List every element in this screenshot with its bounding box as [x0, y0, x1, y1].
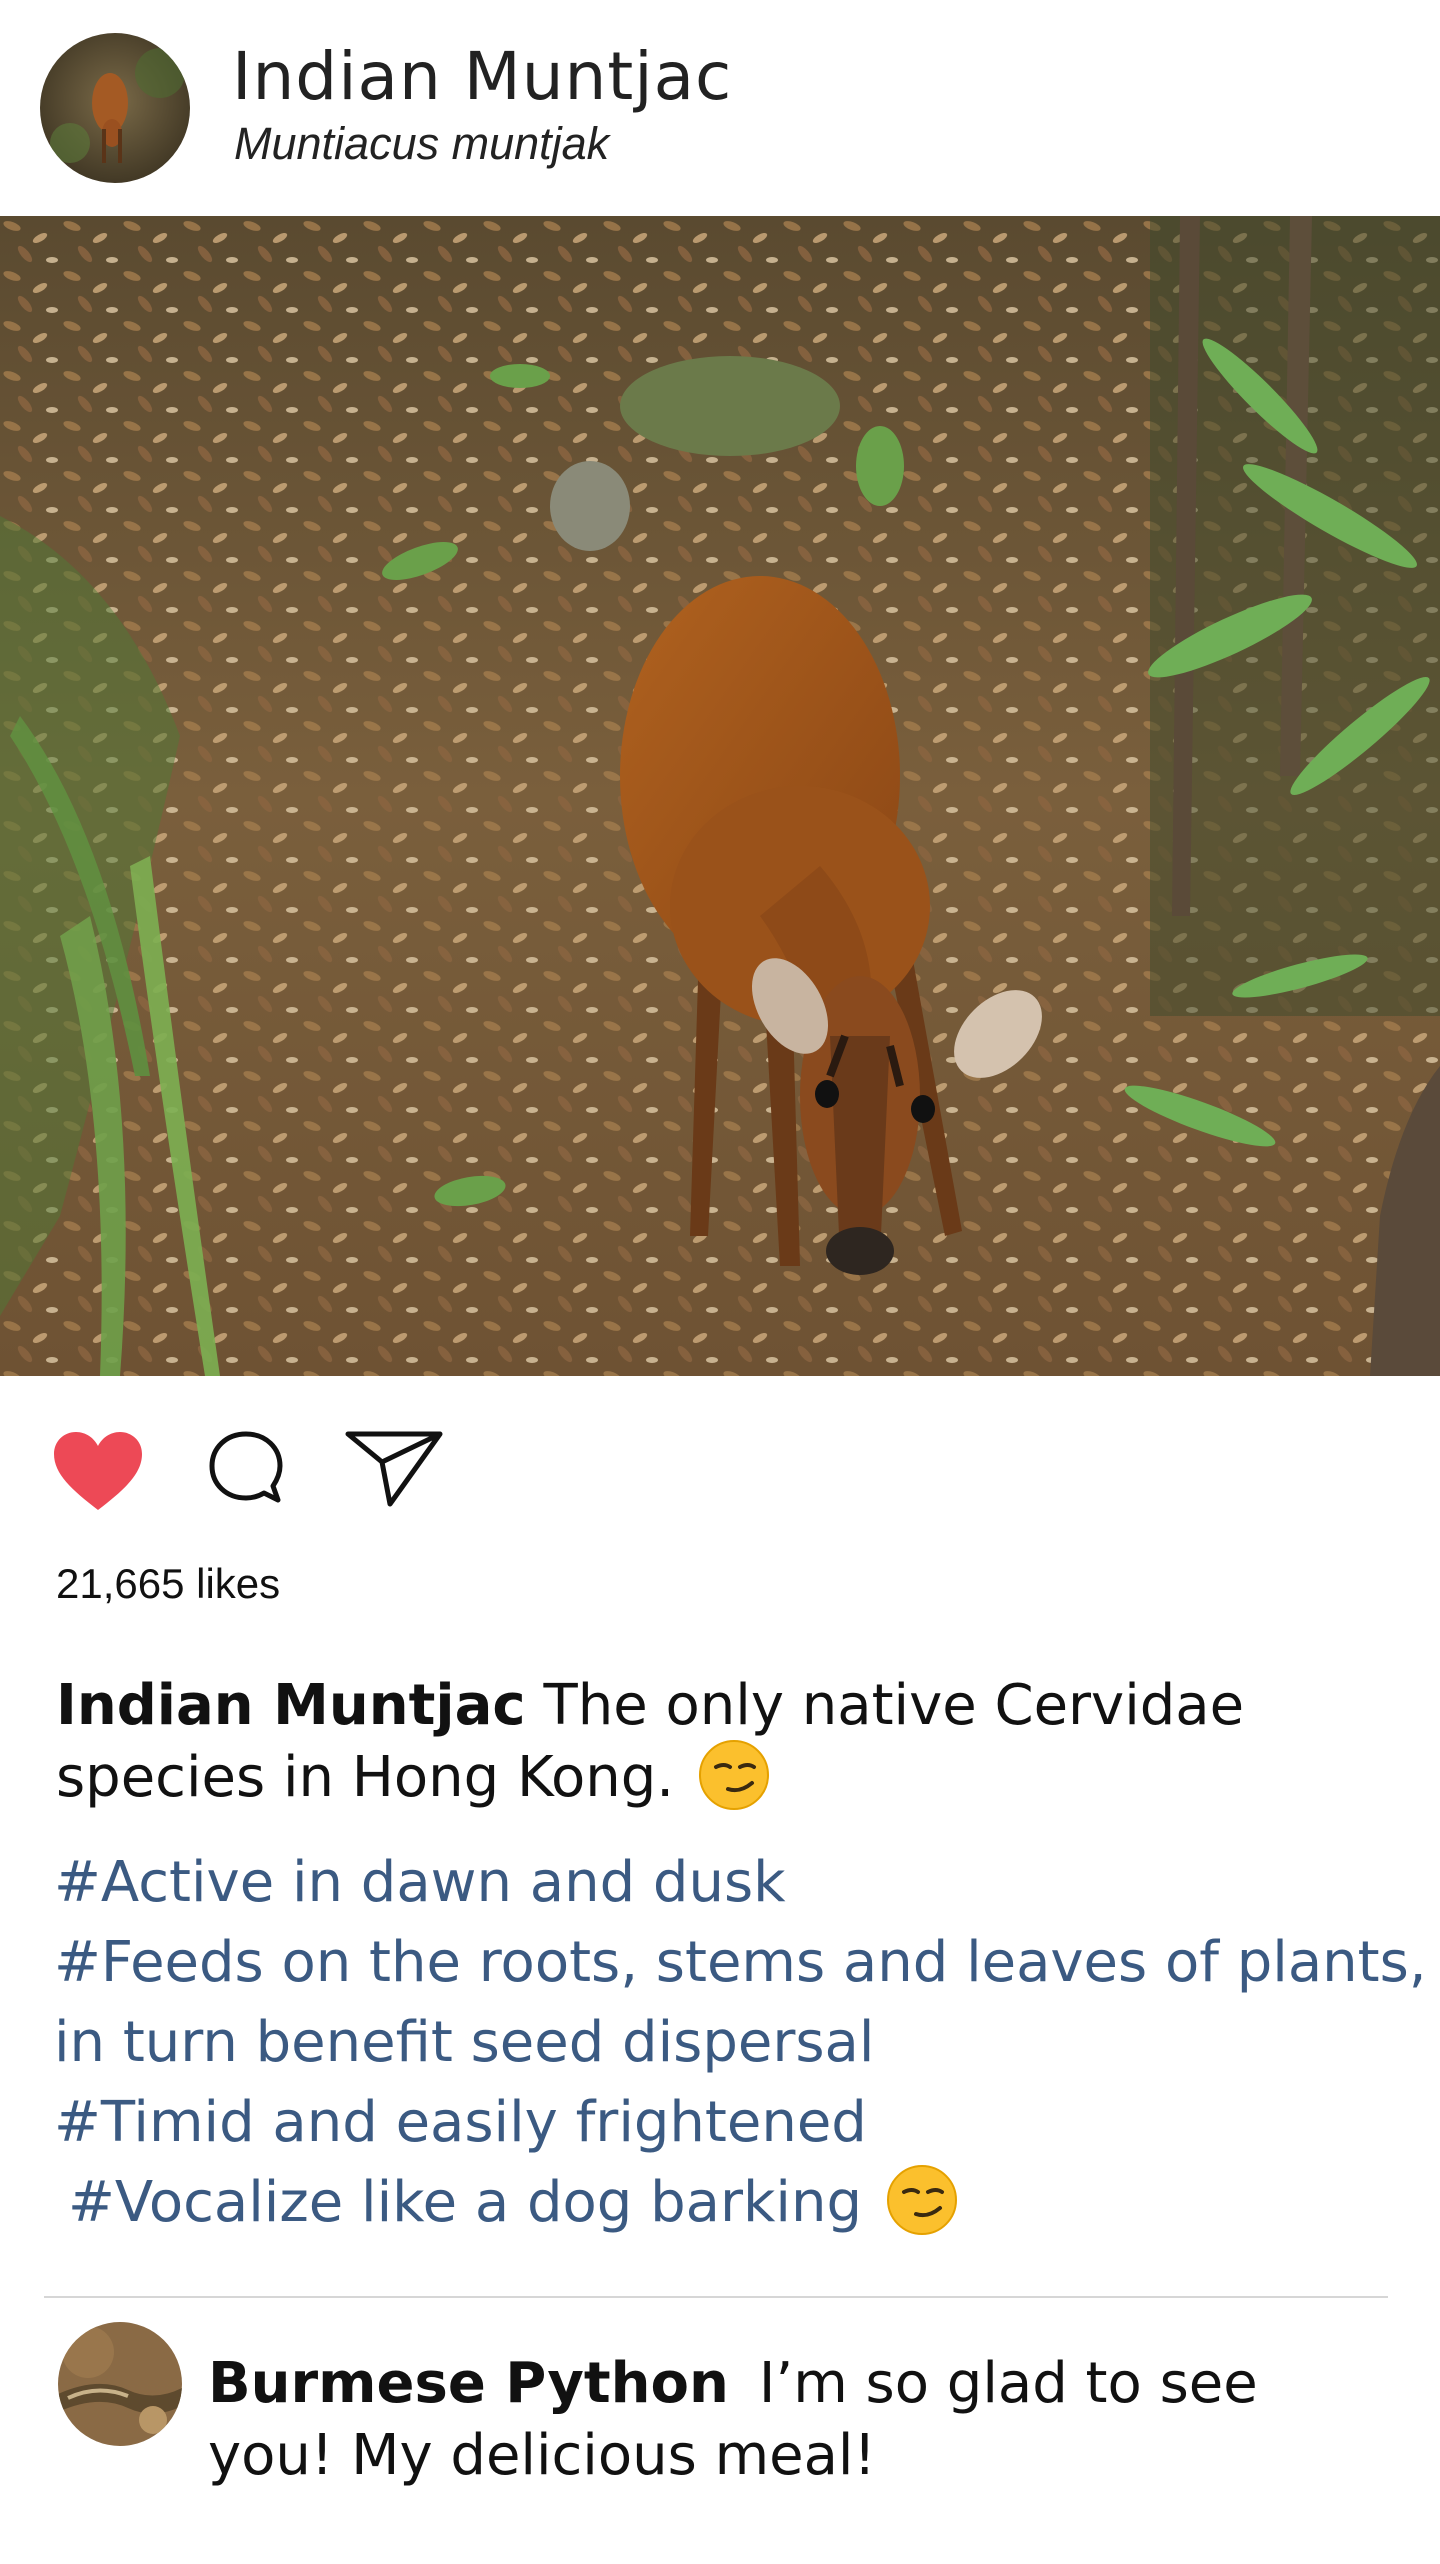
hashtag-line[interactable]: #Feeds on the roots, stems and leaves of… [54, 1930, 1427, 1995]
post-caption: Indian Muntjac The only native Cervidae s… [56, 1670, 1406, 1817]
hashtag-line[interactable]: #Timid and easily frightened [54, 2090, 867, 2155]
likes-count[interactable]: 21,665 likes [56, 1560, 280, 1608]
heart-icon[interactable] [52, 1430, 144, 1512]
profile-avatar[interactable] [40, 33, 190, 183]
caption-username[interactable]: Indian Muntjac [56, 1673, 526, 1738]
post-photo[interactable] [0, 216, 1440, 1376]
comment-username[interactable]: Burmese Python [208, 2351, 729, 2416]
comment: Burmese Python I’m so glad to see you! My… [208, 2348, 1388, 2492]
paper-plane-icon[interactable] [344, 1428, 444, 1508]
muntjac-photo [0, 216, 1440, 1376]
comment-bubble-icon[interactable] [206, 1428, 286, 1508]
smirk-emoji-icon [698, 1739, 770, 1811]
python-avatar-icon [58, 2322, 182, 2446]
divider [44, 2296, 1388, 2298]
smirk-emoji-icon [886, 2164, 958, 2236]
post-subtitle: Muntiacus muntjak [234, 118, 610, 169]
hashtag-line[interactable]: in turn benefit seed dispersal [54, 2010, 874, 2075]
hashtag-text[interactable]: #Vocalize like a dog barking [68, 2170, 862, 2235]
post-title[interactable]: Indian Muntjac [232, 38, 732, 115]
hashtag-line[interactable]: #Vocalize like a dog barking [68, 2165, 958, 2242]
muntjac-avatar-icon [40, 33, 190, 183]
hashtag-line[interactable]: #Active in dawn and dusk [54, 1850, 786, 1915]
comment-avatar[interactable] [58, 2322, 182, 2446]
